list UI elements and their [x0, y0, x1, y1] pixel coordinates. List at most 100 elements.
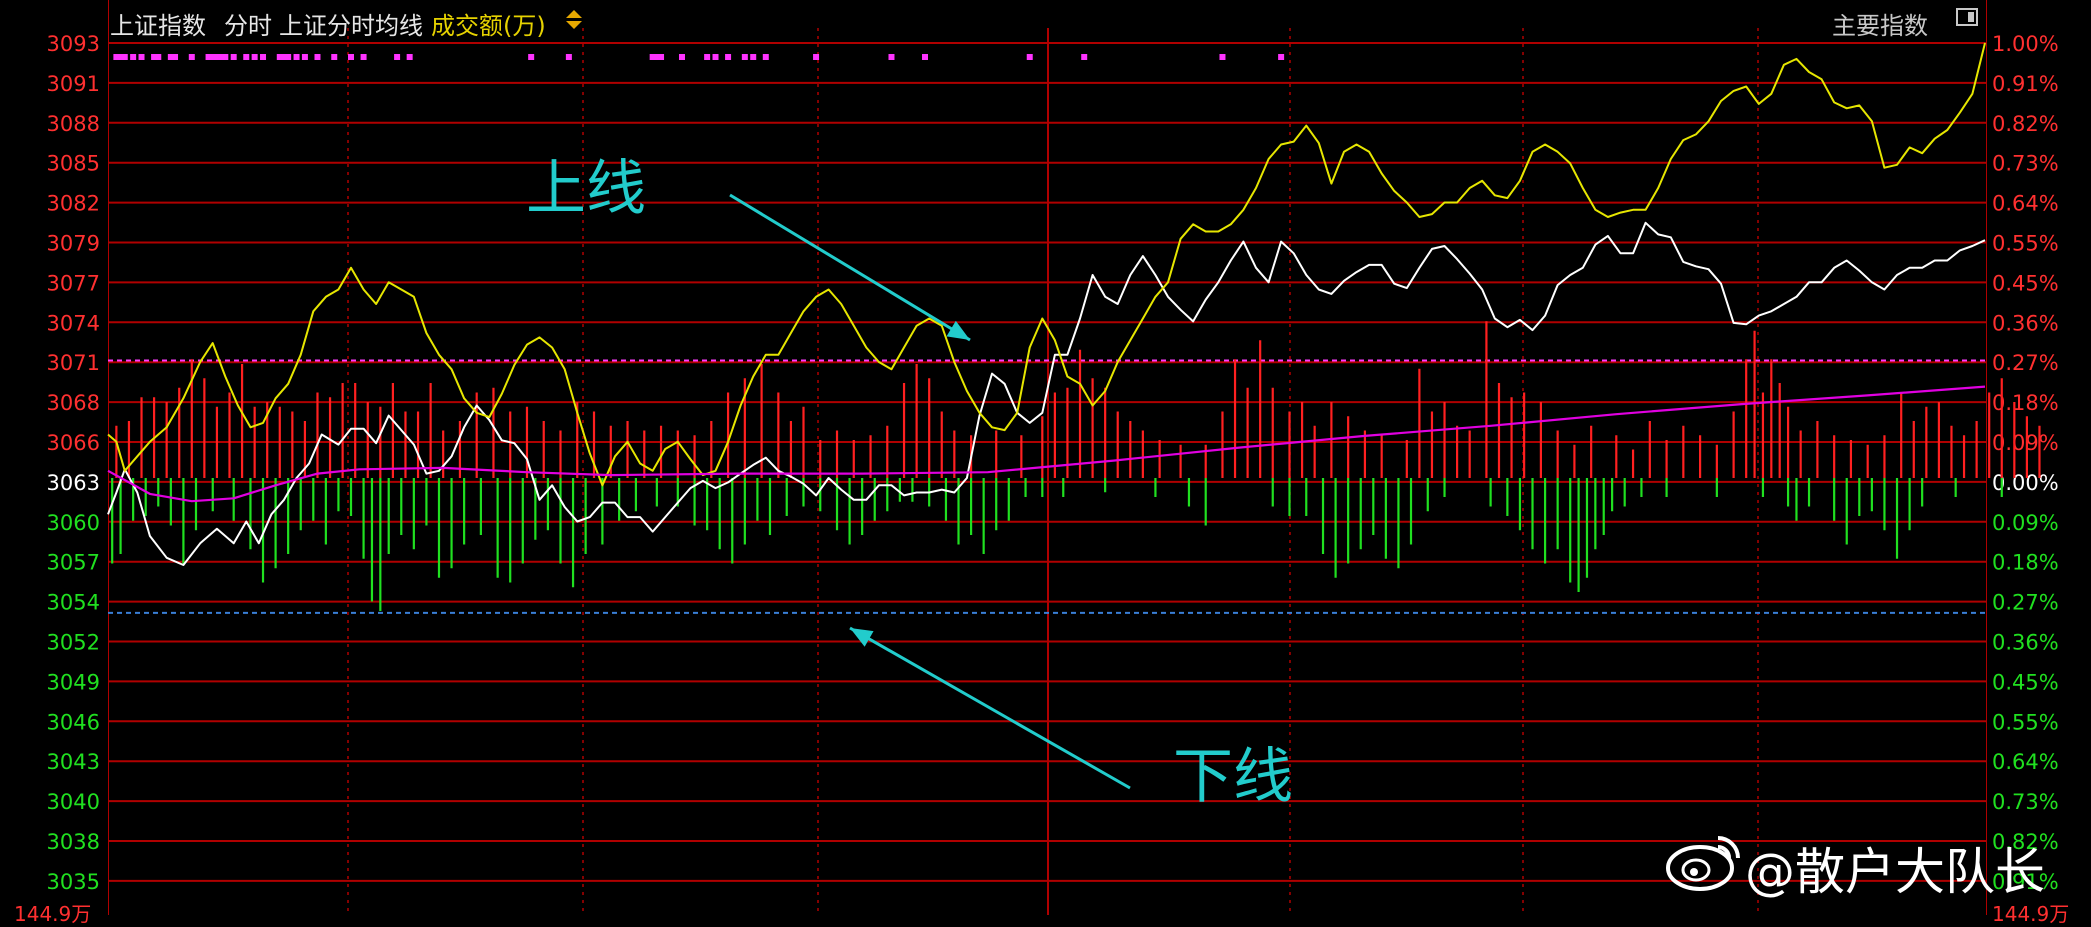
- y-tick-label-left: 3068: [47, 391, 100, 415]
- event-marker: [331, 54, 338, 60]
- y-tick-label-right: 0.09%: [1992, 511, 2059, 535]
- y-tick-label-left: 3046: [47, 710, 100, 734]
- event-marker: [394, 54, 401, 60]
- event-marker: [251, 54, 258, 60]
- event-marker: [360, 54, 367, 60]
- event-marker: [762, 54, 769, 60]
- grid-right-border: [1986, 0, 1987, 915]
- y-tick-label-right: 0.73%: [1992, 790, 2059, 814]
- grid-left-border: [108, 0, 109, 915]
- event-marker: [1026, 54, 1033, 60]
- y-tick-label-left: 3038: [47, 830, 100, 854]
- lower-line-arrow-head: [850, 628, 874, 647]
- y-tick-label-left: 3079: [47, 232, 100, 256]
- y-tick-label-left: 3040: [47, 790, 100, 814]
- event-marker: [222, 54, 229, 60]
- event-marker: [138, 54, 145, 60]
- event-marker: [406, 54, 413, 60]
- y-tick-label-left: 3071: [47, 351, 100, 375]
- watermark-text: @散户大队长: [1745, 843, 2045, 901]
- event-marker: [293, 54, 300, 60]
- event-marker: [243, 54, 250, 60]
- event-marker: [565, 54, 572, 60]
- y-tick-label-left: 3054: [47, 591, 100, 615]
- volume-label[interactable]: 成交额(万): [431, 6, 546, 41]
- event-marker: [725, 54, 732, 60]
- event-marker: [1278, 54, 1285, 60]
- volume-bars: [111, 321, 2041, 611]
- y-tick-label-left: 3043: [47, 750, 100, 774]
- event-marker: [230, 54, 237, 60]
- y-tick-label-left: 3093: [47, 32, 100, 56]
- y-tick-label-right: 0.45%: [1992, 670, 2059, 694]
- y-tick-label-right: 0.91%: [1992, 72, 2059, 96]
- y-tick-label-left: 3082: [47, 192, 100, 216]
- event-marker: [172, 54, 179, 60]
- event-marker: [528, 54, 535, 60]
- y-tick-label-right: 1.00%: [1992, 32, 2059, 56]
- event-marker: [348, 54, 355, 60]
- switch-up-icon[interactable]: [566, 10, 582, 18]
- event-marker: [712, 54, 719, 60]
- bottom-right-volume-label: 144.9万: [1992, 902, 2070, 926]
- y-tick-label-right: 0.27%: [1992, 591, 2059, 615]
- y-tick-label-left: 3091: [47, 72, 100, 96]
- event-marker: [813, 54, 820, 60]
- y-tick-label-left: 3049: [47, 670, 100, 694]
- y-tick-label-left: 3085: [47, 152, 100, 176]
- y-tick-label-left: 3088: [47, 112, 100, 136]
- y-tick-label-right: 0.73%: [1992, 152, 2059, 176]
- event-marker: [704, 54, 711, 60]
- y-tick-label-left: 3060: [47, 511, 100, 535]
- event-marker: [285, 54, 292, 60]
- index-name[interactable]: 上证指数: [110, 6, 206, 41]
- lower-line-annotation: 下线: [1173, 742, 1293, 812]
- event-marker: [1219, 54, 1226, 60]
- chart-grid: [108, 0, 1987, 915]
- y-tick-label-right: 0.64%: [1992, 750, 2059, 774]
- y-tick-label-right: 0.36%: [1992, 311, 2059, 335]
- y-tick-label-left: 3057: [47, 551, 100, 575]
- upper-line-annotation: 上线: [526, 154, 646, 224]
- switch-down-icon[interactable]: [566, 21, 582, 29]
- avg-line-label[interactable]: 上证分时均线: [279, 6, 423, 41]
- event-marker: [314, 54, 321, 60]
- weibo-icon: [1666, 836, 1740, 891]
- y-tick-label-left: 3063: [47, 471, 100, 495]
- event-marker: [678, 54, 685, 60]
- intraday-chart[interactable]: 3093 1.00% 3091 0.91% 3088 0.82% 3085 0.73% 3082…: [0, 0, 2091, 915]
- event-marker: [741, 54, 748, 60]
- event-marker: [130, 54, 137, 60]
- event-marker: [155, 54, 162, 60]
- y-tick-label-left: 3077: [47, 271, 100, 295]
- y-tick-label-right: 0.82%: [1992, 112, 2059, 136]
- event-marker: [921, 54, 928, 60]
- event-marker: [301, 54, 308, 60]
- y-tick-label-right: 0.55%: [1992, 232, 2059, 256]
- event-marker: [121, 54, 128, 60]
- event-markers: [113, 54, 1285, 60]
- y-tick-label-left: 3052: [47, 631, 100, 655]
- mode-label[interactable]: 分时: [224, 6, 272, 41]
- y-tick-label-left: 3066: [47, 431, 100, 455]
- lower-line-arrow: [849, 626, 1131, 790]
- y-tick-label-right: 0.64%: [1992, 192, 2059, 216]
- y-tick-label-right: 0.36%: [1992, 631, 2059, 655]
- y-tick-label-left: 3035: [47, 870, 100, 894]
- event-marker: [1081, 54, 1088, 60]
- main-index-button[interactable]: 主要指数: [1832, 6, 1928, 41]
- upper-line-arrow-head: [946, 320, 970, 340]
- y-tick-label-left: 3074: [47, 311, 100, 335]
- y-tick-label-right: 0.18%: [1992, 551, 2059, 575]
- event-marker: [260, 54, 267, 60]
- y-tick-label-right: 0.55%: [1992, 710, 2059, 734]
- event-marker: [750, 54, 757, 60]
- bottom-left-volume-label: 144.9万: [14, 902, 92, 926]
- y-tick-label-right: 0.45%: [1992, 271, 2059, 295]
- y-tick-label-right: 0.27%: [1992, 351, 2059, 375]
- event-marker: [658, 54, 665, 60]
- series-line-leading: [107, 42, 1986, 487]
- panel-toggle-icon[interactable]: [1956, 8, 1978, 26]
- event-marker: [188, 54, 195, 60]
- event-marker: [888, 54, 895, 60]
